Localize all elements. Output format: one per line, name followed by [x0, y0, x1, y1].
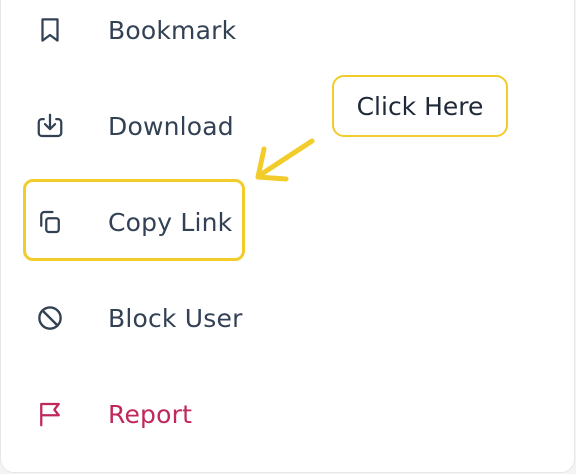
menu-item-copy-link[interactable]: Copy Link [28, 194, 348, 250]
menu-item-label: Download [108, 111, 234, 141]
download-icon [28, 104, 72, 148]
menu-item-block-user[interactable]: Block User [28, 290, 348, 346]
menu-item-label: Report [108, 399, 193, 429]
bookmark-icon [28, 8, 72, 52]
flag-icon [28, 392, 72, 436]
menu-item-bookmark[interactable]: Bookmark [28, 2, 348, 58]
click-here-callout: Click Here [332, 75, 508, 137]
menu-item-report[interactable]: Report [28, 386, 348, 442]
menu-item-label: Copy Link [108, 207, 233, 237]
block-icon [28, 296, 72, 340]
callout-text: Click Here [356, 91, 484, 121]
menu-item-label: Block User [108, 303, 243, 333]
copy-icon [28, 200, 72, 244]
pointer-arrow-icon [255, 138, 315, 182]
menu-item-label: Bookmark [108, 15, 237, 45]
